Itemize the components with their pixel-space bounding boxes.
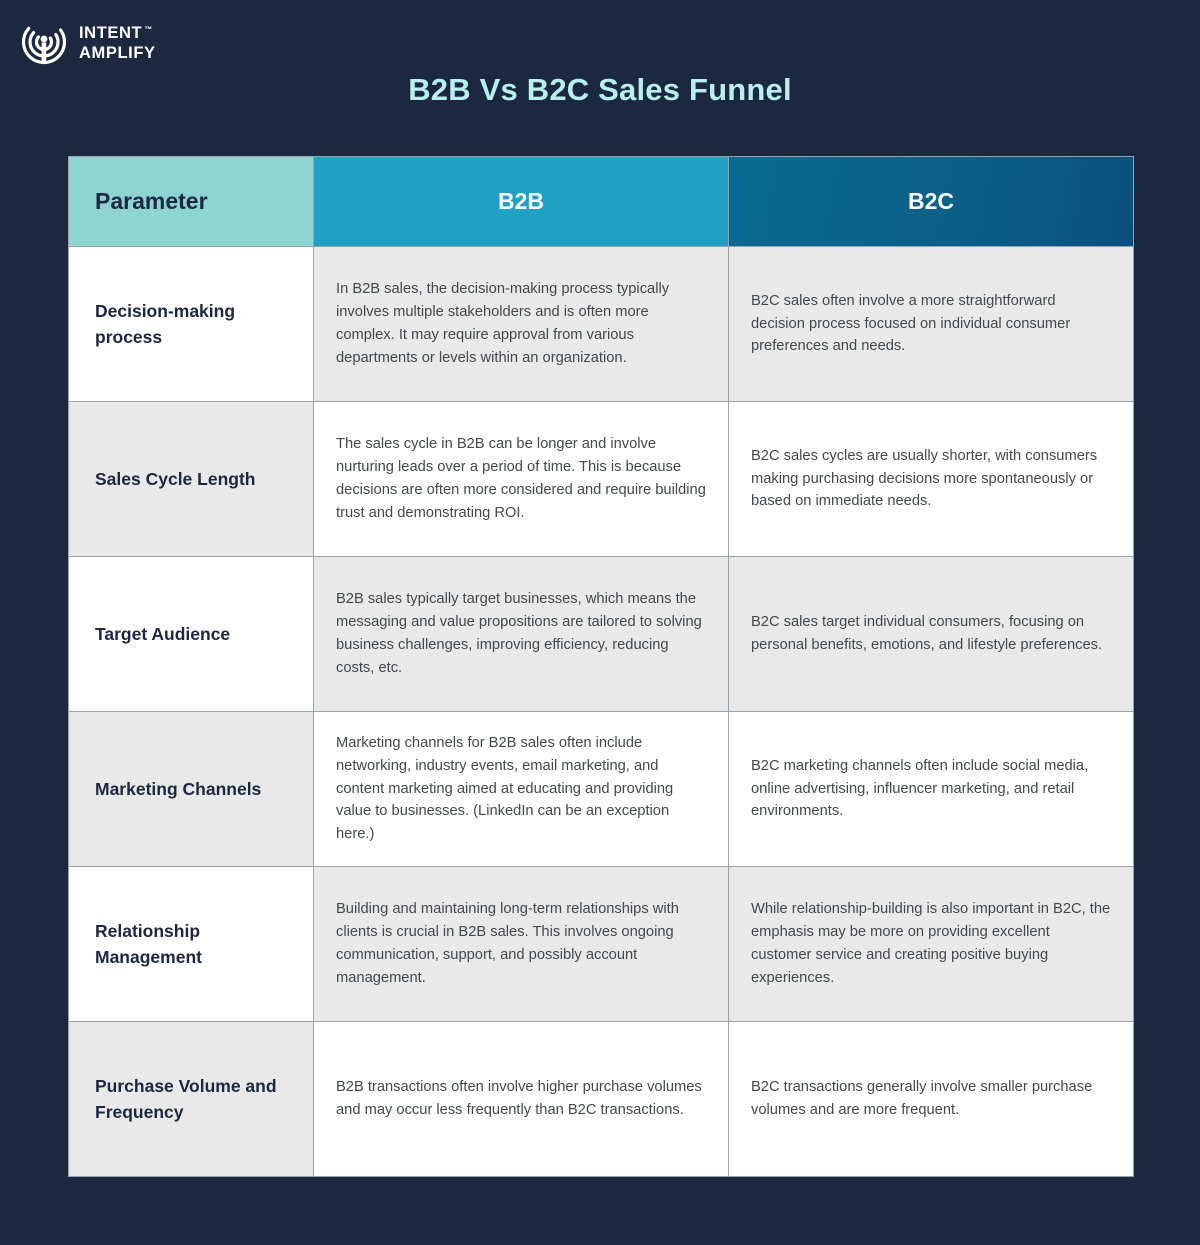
table-row: Sales Cycle Length The sales cycle in B2…	[68, 401, 1134, 557]
cell-parameter: Marketing Channels	[68, 711, 314, 867]
table-row: Relationship Management Building and mai…	[68, 866, 1134, 1022]
page-title: B2B Vs B2C Sales Funnel	[408, 72, 792, 107]
cell-parameter: Target Audience	[68, 556, 314, 712]
cell-parameter: Purchase Volume and Frequency	[68, 1021, 314, 1177]
table-row: Purchase Volume and Frequency B2B transa…	[68, 1021, 1134, 1177]
brand-word-intent: Intent	[79, 24, 143, 42]
cell-b2c: While relationship-building is also impo…	[728, 866, 1134, 1022]
table-header-row: Parameter B2B B2C	[68, 156, 1134, 247]
column-header-b2b: B2B	[313, 156, 729, 247]
cell-b2c: B2C transactions generally involve small…	[728, 1021, 1134, 1177]
b2b-vs-b2c-comparison-table: Parameter B2B B2C Decision-making proces…	[68, 156, 1134, 1177]
cell-b2b: Marketing channels for B2B sales often i…	[313, 711, 729, 867]
cell-b2b: In B2B sales, the decision-making proces…	[313, 246, 729, 402]
brand-name-line2: Amplify	[79, 43, 156, 62]
comparison-table-container: Parameter B2B B2C Decision-making proces…	[68, 156, 1134, 1177]
column-header-b2c: B2C	[728, 156, 1134, 247]
cell-b2b: Building and maintaining long-term relat…	[313, 866, 729, 1022]
cell-b2c: B2C marketing channels often include soc…	[728, 711, 1134, 867]
cell-b2b: B2B transactions often involve higher pu…	[313, 1021, 729, 1177]
table-row: Marketing Channels Marketing channels fo…	[68, 711, 1134, 867]
cell-b2b: B2B sales typically target businesses, w…	[313, 556, 729, 712]
cell-b2b: The sales cycle in B2B can be longer and…	[313, 401, 729, 557]
cell-parameter: Relationship Management	[68, 866, 314, 1022]
cell-b2c: B2C sales cycles are usually shorter, wi…	[728, 401, 1134, 557]
signal-waves-icon	[20, 18, 68, 66]
table-header: Parameter B2B B2C	[68, 156, 1134, 247]
table-body: Decision-making process In B2B sales, th…	[68, 246, 1134, 1177]
trademark-symbol: ™	[144, 24, 153, 34]
cell-parameter: Sales Cycle Length	[68, 401, 314, 557]
column-header-parameter: Parameter	[68, 156, 314, 247]
brand-name-line1: Intent ™	[79, 25, 156, 42]
table-row: Decision-making process In B2B sales, th…	[68, 246, 1134, 402]
cell-b2c: B2C sales target individual consumers, f…	[728, 556, 1134, 712]
cell-parameter: Decision-making process	[68, 246, 314, 402]
table-row: Target Audience B2B sales typically targ…	[68, 556, 1134, 712]
cell-b2c: B2C sales often involve a more straightf…	[728, 246, 1134, 402]
brand-logo: Intent ™ Amplify	[20, 18, 156, 66]
